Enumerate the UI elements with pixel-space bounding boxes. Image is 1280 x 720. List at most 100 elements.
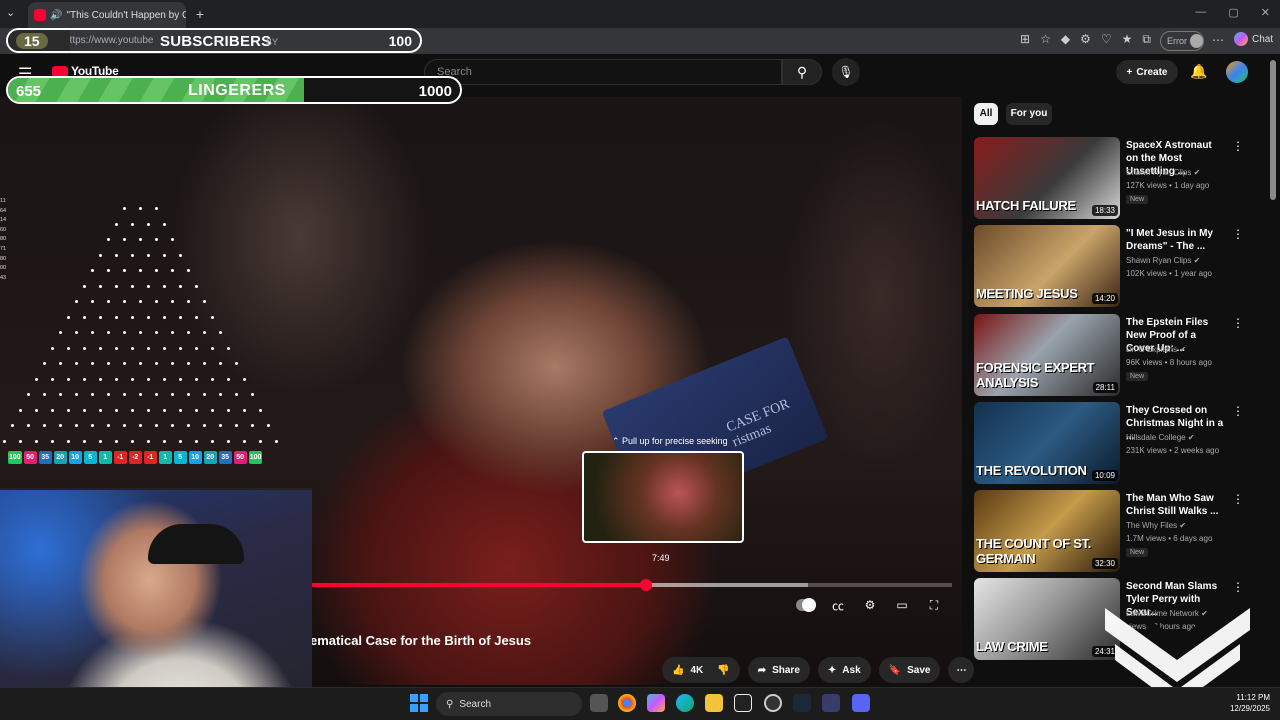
maximize-icon[interactable]: ▢ — [1228, 6, 1238, 19]
kebab-menu-icon[interactable]: ⋮ — [1232, 139, 1244, 153]
plinko-peg — [210, 315, 214, 319]
discord-icon[interactable] — [852, 694, 870, 712]
plinko-peg — [162, 439, 166, 443]
kebab-menu-icon[interactable]: ⋮ — [1232, 227, 1244, 241]
copilot-chat-button[interactable]: Chat — [1234, 32, 1273, 46]
video-thumbnail[interactable]: MEETING JESUS 14:20 — [974, 225, 1120, 307]
settings-gear-icon[interactable]: ⚙ — [860, 596, 880, 614]
plinko-peg — [226, 346, 230, 350]
autoplay-toggle[interactable] — [796, 596, 816, 614]
app-available-icon[interactable]: ⊞ — [1020, 32, 1030, 47]
video-thumbnail[interactable]: FORENSIC EXPERT ANALYSIS 28:11 — [974, 314, 1120, 396]
plinko-peg — [146, 284, 150, 288]
like-button[interactable]: 👍 4K 👎 — [662, 657, 740, 683]
recommendation-card[interactable]: MEETING JESUS 14:20 "I Met Jesus in My D… — [974, 225, 1264, 309]
lingerers-goal-bar: 655 LINGERERS 1000 — [6, 76, 462, 104]
voice-search-button[interactable]: 🎙 — [832, 58, 860, 86]
scrollbar-thumb[interactable] — [1270, 60, 1276, 200]
plinko-peg — [2, 439, 6, 443]
save-button[interactable]: 🔖 Save — [878, 657, 941, 683]
steam-icon[interactable] — [793, 694, 811, 712]
subscribers-count: 15 — [16, 33, 48, 49]
more-menu-icon[interactable]: ⋯ — [1212, 33, 1224, 47]
kebab-menu-icon[interactable]: ⋮ — [1232, 492, 1244, 506]
plinko-peg — [114, 284, 118, 288]
channel-name[interactable]: Shawn Ryan Clips ✔ — [1126, 256, 1200, 265]
edge-icon[interactable] — [676, 694, 694, 712]
kebab-menu-icon[interactable]: ⋮ — [1232, 580, 1244, 594]
plinko-peg — [138, 269, 142, 272]
extension-icon[interactable]: ⚙ — [1080, 32, 1091, 47]
plinko-peg — [154, 300, 158, 303]
bell-icon[interactable]: 🔔 — [1190, 63, 1207, 80]
audio-app-icon[interactable] — [822, 694, 840, 712]
chip-all[interactable]: All — [974, 103, 998, 125]
plinko-peg — [170, 269, 174, 272]
browser-essentials-icon[interactable]: ♡ — [1101, 32, 1112, 47]
create-button[interactable]: + Create — [1116, 60, 1178, 84]
more-actions-icon[interactable]: ⋯ — [948, 657, 975, 683]
channel-name[interactable]: Shawn Ryan Clips ✔ — [1126, 168, 1200, 177]
system-clock[interactable]: 11:12 PM 12/29/2025 — [1222, 692, 1270, 714]
kebab-menu-icon[interactable]: ⋮ — [1232, 316, 1244, 330]
dislike-icon[interactable]: 👎 — [717, 665, 729, 676]
obs-icon[interactable] — [764, 694, 782, 712]
account-avatar[interactable] — [1226, 61, 1248, 83]
chrome-icon[interactable] — [618, 694, 636, 712]
plinko-slot: -2 — [128, 451, 142, 464]
plinko-peg — [74, 393, 78, 396]
extension-diamond-icon[interactable]: ◆ — [1061, 32, 1070, 47]
taskbar-search[interactable]: ⚲ Search — [436, 692, 582, 716]
plinko-peg — [106, 300, 110, 303]
start-windows-icon[interactable] — [410, 694, 428, 712]
plinko-peg — [82, 439, 86, 443]
kebab-menu-icon[interactable]: ⋮ — [1232, 404, 1244, 418]
speaker-icon[interactable]: 🔊 — [50, 10, 62, 21]
plinko-peg — [74, 362, 78, 365]
verified-icon: ✔ — [1179, 345, 1187, 354]
video-meta: 1.7M views • 6 days ago — [1126, 534, 1213, 543]
captions-icon[interactable]: ㏄ — [828, 596, 848, 614]
like-count: 4K — [690, 664, 704, 676]
copilot-icon[interactable] — [647, 694, 665, 712]
share-icon: ➦ — [757, 664, 767, 676]
plinko-peg — [162, 284, 166, 288]
search-button[interactable]: ⚲ — [782, 59, 822, 85]
new-tab-button[interactable]: + — [192, 6, 208, 22]
share-button[interactable]: ➦ Share — [747, 657, 810, 683]
channel-name[interactable]: Hillsdale College ✔ — [1126, 433, 1195, 442]
browser-tab[interactable]: 🔊 "This Couldn't Happen by Cha ✕ — [28, 2, 186, 28]
plinko-peg — [122, 207, 126, 210]
fullscreen-icon[interactable]: ⛶ — [924, 596, 944, 614]
recommendation-card[interactable]: THE COUNT OF ST. GERMAIN 32:30 The Man W… — [974, 490, 1264, 574]
video-thumbnail[interactable]: HATCH FAILURE 18:33 — [974, 137, 1120, 219]
recommendation-card[interactable]: THE REVOLUTION 10:09 They Crossed on Chr… — [974, 402, 1264, 486]
video-thumbnail[interactable]: THE REVOLUTION 10:09 — [974, 402, 1120, 484]
video-meta: 96K views • 8 hours ago — [1126, 358, 1212, 367]
channel-name[interactable]: The Why Files ✔ — [1126, 521, 1186, 530]
video-duration: 14:20 — [1091, 293, 1118, 304]
video-title[interactable]: "I Met Jesus in My Dreams" - The ... — [1126, 227, 1226, 253]
minimize-icon[interactable]: — — [1195, 6, 1206, 19]
recommendation-card[interactable]: FORENSIC EXPERT ANALYSIS 28:11 The Epste… — [974, 314, 1264, 398]
recommendation-card[interactable]: HATCH FAILURE 18:33 SpaceX Astronaut on … — [974, 137, 1264, 221]
theater-mode-icon[interactable]: ▭ — [892, 596, 912, 614]
channel-name[interactable]: Dr. G Explains ✔ — [1126, 345, 1186, 354]
ask-button[interactable]: ✦ Ask — [817, 657, 871, 683]
chip-for-you[interactable]: For you — [1006, 103, 1052, 125]
plinko-peg — [90, 424, 94, 427]
file-explorer-icon[interactable] — [705, 694, 723, 712]
video-title[interactable]: The Man Who Saw Christ Still Walks ... — [1126, 492, 1226, 518]
collections-icon[interactable]: ⧉ — [1142, 32, 1151, 47]
close-window-icon[interactable]: ✕ — [1261, 6, 1270, 19]
capcut-icon[interactable] — [734, 694, 752, 712]
tab-search-icon[interactable]: ⌄ — [6, 6, 15, 19]
profile-error-pill[interactable]: Error — [1160, 31, 1204, 51]
verified-icon: ✔ — [1187, 433, 1195, 442]
search-input[interactable]: Search — [424, 59, 782, 85]
task-view-icon[interactable] — [590, 694, 608, 712]
video-thumbnail[interactable]: THE COUNT OF ST. GERMAIN 32:30 — [974, 490, 1120, 572]
progress-scrubber-handle[interactable] — [639, 579, 652, 591]
favorite-star-icon[interactable]: ☆ — [1040, 32, 1051, 47]
favorites-icon[interactable]: ★ — [1122, 32, 1133, 47]
